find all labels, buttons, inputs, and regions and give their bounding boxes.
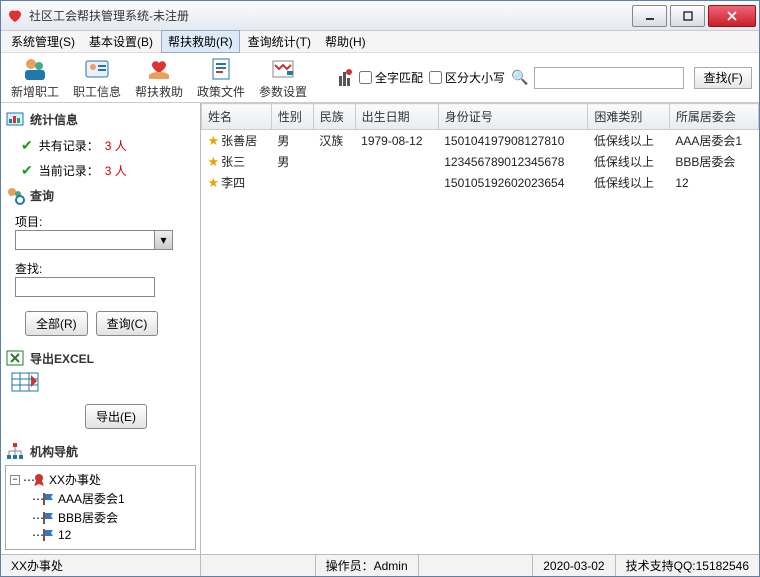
employee-info-label: 职工信息	[73, 83, 121, 100]
query-header: 查询	[5, 185, 196, 205]
col-ethnic[interactable]: 民族	[313, 104, 355, 130]
menu-aid[interactable]: 帮扶救助(R)	[161, 30, 240, 53]
star-icon: ★	[208, 133, 220, 148]
toolbar: 新增职工 职工信息 帮扶救助 政策文件 参数设置 全字匹配 区分大小写 🔍 查找…	[1, 53, 759, 103]
status-date: 2020-03-02	[533, 555, 615, 576]
magnifier-icon: 🔍	[511, 69, 528, 86]
tree-root[interactable]: − ⋯ XX办事处	[10, 470, 191, 489]
minimize-button[interactable]	[632, 5, 667, 27]
menubar: 系统管理(S) 基本设置(B) 帮扶救助(R) 查询统计(T) 帮助(H)	[1, 31, 759, 53]
people-search-icon	[5, 185, 25, 205]
status-office: XX办事处	[1, 555, 201, 576]
col-category[interactable]: 困难类别	[588, 104, 670, 130]
new-employee-button[interactable]: 新增职工	[7, 55, 63, 100]
tree-child[interactable]: ⋯ BBB居委会	[32, 508, 191, 527]
col-committee[interactable]: 所属居委会	[669, 104, 758, 130]
menu-query[interactable]: 查询统计(T)	[242, 31, 317, 52]
org-tree-icon	[5, 441, 25, 461]
tree-child[interactable]: ⋯ AAA居委会1	[32, 489, 191, 508]
settings-icon	[269, 55, 297, 83]
flag-icon	[41, 492, 55, 506]
document-icon	[207, 55, 235, 83]
table-row[interactable]: ★张三男123456789012345678低保线以上BBB居委会	[202, 151, 759, 172]
menu-help[interactable]: 帮助(H)	[319, 31, 372, 52]
stats-header: 统计信息	[5, 109, 196, 129]
spreadsheet-icon	[11, 372, 39, 392]
config-icon[interactable]	[337, 68, 353, 88]
employee-info-button[interactable]: 职工信息	[69, 55, 125, 100]
params-label: 参数设置	[259, 83, 307, 100]
star-icon: ★	[208, 154, 220, 169]
stats-icon	[5, 109, 25, 129]
total-records: ✔ 共有记录： 3 人	[21, 137, 196, 154]
menu-system[interactable]: 系统管理(S)	[5, 31, 81, 52]
project-dropdown-button[interactable]: ▾	[155, 230, 173, 250]
close-button[interactable]	[708, 5, 756, 27]
data-table: 姓名 性别 民族 出生日期 身份证号 困难类别 所属居委会 ★张善居男汉族197…	[201, 103, 759, 193]
statusbar: XX办事处 操作员：Admin 2020-03-02 技术支持QQ:151825…	[1, 554, 759, 576]
flag-icon	[41, 511, 55, 525]
params-button[interactable]: 参数设置	[255, 55, 311, 100]
search-input[interactable]	[534, 67, 684, 89]
check-icon: ✔	[21, 162, 33, 179]
full-match-checkbox[interactable]: 全字匹配	[359, 69, 423, 86]
star-icon: ★	[208, 175, 220, 190]
tree-child[interactable]: ⋯ 12	[32, 527, 191, 543]
search-label: 查找:	[15, 260, 196, 277]
policy-docs-label: 政策文件	[197, 83, 245, 100]
menu-basic[interactable]: 基本设置(B)	[83, 31, 159, 52]
app-icon	[7, 8, 23, 24]
sidebar-search-input[interactable]	[15, 277, 155, 297]
col-name[interactable]: 姓名	[202, 104, 272, 130]
aid-button[interactable]: 帮扶救助	[131, 55, 187, 100]
sidebar: 统计信息 ✔ 共有记录： 3 人 ✔ 当前记录： 3 人 查询 项目: ▾	[1, 103, 201, 554]
nav-header: 机构导航	[5, 441, 196, 461]
id-card-icon	[83, 55, 111, 83]
all-button[interactable]: 全部(R)	[25, 311, 88, 336]
new-employee-label: 新增职工	[11, 83, 59, 100]
case-sensitive-checkbox[interactable]: 区分大小写	[429, 69, 505, 86]
export-button[interactable]: 导出(E)	[85, 404, 147, 429]
status-operator: 操作员：Admin	[316, 555, 419, 576]
query-button[interactable]: 查询(C)	[96, 311, 159, 336]
collapse-icon[interactable]: −	[10, 475, 20, 485]
hands-heart-icon	[145, 55, 173, 83]
table-row[interactable]: ★李四150105192602023654低保线以上12	[202, 172, 759, 193]
current-records: ✔ 当前记录： 3 人	[21, 162, 196, 179]
col-birth[interactable]: 出生日期	[355, 104, 438, 130]
aid-label: 帮扶救助	[135, 83, 183, 100]
col-id[interactable]: 身份证号	[438, 104, 588, 130]
maximize-button[interactable]	[670, 5, 705, 27]
project-label: 项目:	[15, 213, 196, 230]
col-gender[interactable]: 性别	[271, 104, 313, 130]
project-combo[interactable]	[15, 230, 155, 250]
people-add-icon	[21, 55, 49, 83]
titlebar: 社区工会帮扶管理系统-未注册	[1, 1, 759, 31]
status-support: 技术支持QQ:15182546	[616, 555, 759, 576]
org-tree: − ⋯ XX办事处 ⋯ AAA居委会1 ⋯ BBB居委会	[5, 465, 196, 550]
rosette-icon	[32, 473, 46, 487]
data-table-wrap: 姓名 性别 民族 出生日期 身份证号 困难类别 所属居委会 ★张善居男汉族197…	[201, 103, 759, 554]
table-row[interactable]: ★张善居男汉族1979-08-12150104197908127810低保线以上…	[202, 130, 759, 152]
check-icon: ✔	[21, 137, 33, 154]
policy-docs-button[interactable]: 政策文件	[193, 55, 249, 100]
find-button[interactable]: 查找(F)	[694, 67, 751, 89]
window-title: 社区工会帮扶管理系统-未注册	[29, 7, 189, 24]
excel-icon	[5, 348, 25, 368]
flag-icon	[41, 528, 55, 542]
export-header: 导出EXCEL	[5, 348, 196, 368]
